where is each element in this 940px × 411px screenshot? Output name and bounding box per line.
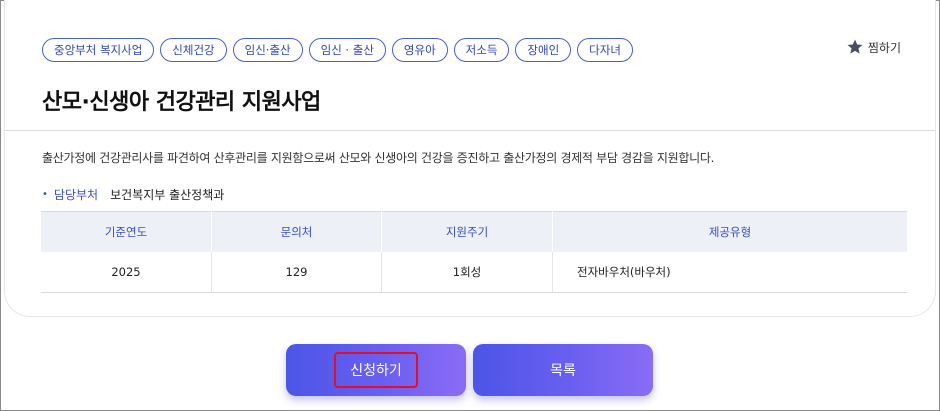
department-value: 보건복지부 출산정책과	[110, 188, 225, 202]
bullet-icon: •	[42, 189, 48, 200]
tag-list: 중앙부처 복지사업 신체건강 임신·출산 임신 · 출산 영유아 저소득 장애인…	[42, 38, 633, 62]
cell-base-year: 2025	[41, 252, 212, 293]
section-divider	[5, 130, 935, 131]
tag-chip[interactable]: 임신 · 출산	[308, 38, 386, 62]
apply-button[interactable]: 신청하기	[286, 344, 466, 396]
header-base-year: 기준연도	[41, 211, 212, 252]
list-button-label: 목록	[550, 363, 576, 379]
header-contact: 문의처	[211, 211, 382, 252]
tag-chip[interactable]: 신체건강	[160, 38, 227, 62]
favorite-label: 찜하기	[867, 40, 901, 55]
tag-chip[interactable]: 임신·출산	[232, 38, 303, 62]
header-support-cycle: 지원주기	[381, 211, 553, 252]
table-row: 2025 129 1회성 전자바우처(바우처)	[41, 252, 907, 293]
tag-chip[interactable]: 저소득	[453, 38, 510, 62]
star-icon	[847, 39, 863, 54]
cell-provision-type: 전자바우처(바우처)	[552, 252, 907, 293]
page-title: 산모·신생아 건강관리 지원사업	[42, 90, 321, 115]
service-description: 출산가정에 건강관리사를 파견하여 산후관리를 지원함으로써 산모와 신생아의 …	[42, 151, 715, 165]
header-provision-type: 제공유형	[552, 211, 907, 252]
tag-chip[interactable]: 장애인	[515, 38, 572, 62]
tag-chip[interactable]: 중앙부처 복지사업	[42, 38, 155, 62]
department-info: • 담당부처 보건복지부 출산정책과	[42, 186, 224, 203]
cell-support-cycle: 1회성	[381, 252, 553, 293]
tag-chip[interactable]: 영유아	[391, 38, 448, 62]
cell-contact: 129	[211, 252, 382, 293]
table-header-row: 기준연도 문의처 지원주기 제공유형	[41, 211, 907, 252]
department-label: 담당부처	[53, 188, 99, 202]
tag-chip[interactable]: 다자녀	[577, 38, 633, 62]
info-table: 기준연도 문의처 지원주기 제공유형 2025 129 1회성 전자바우처(바우…	[41, 211, 907, 293]
favorite-button[interactable]: 찜하기	[846, 38, 901, 56]
list-button[interactable]: 목록	[473, 344, 653, 396]
service-detail-card: 중앙부처 복지사업 신체건강 임신·출산 임신 · 출산 영유아 저소득 장애인…	[4, 0, 936, 317]
apply-button-label: 신청하기	[334, 352, 418, 388]
